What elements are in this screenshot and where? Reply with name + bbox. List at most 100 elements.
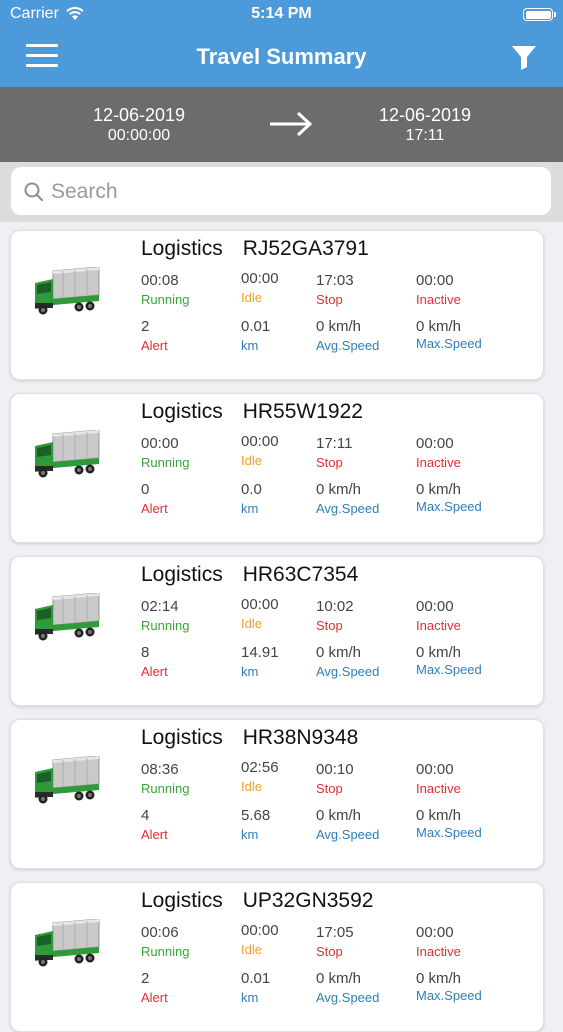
running-time: 08:36 Running (141, 761, 241, 796)
alert-count-value: 2 (141, 318, 150, 335)
vehicle-card[interactable]: Logistics HR63C7354 02:14 Running 00:00 I… (10, 556, 544, 706)
app-header: Carrier 5:14 PM Travel Summary (0, 0, 563, 87)
avg-speed-label: Avg.Speed (316, 664, 380, 679)
stop-time-value: 00:10 (316, 761, 354, 778)
alert-count-label: Alert (141, 664, 168, 679)
battery-icon (523, 8, 556, 21)
alert-count-value: 0 (141, 481, 150, 498)
alert-count-label: Alert (141, 990, 168, 1005)
running-time-label: Running (141, 944, 190, 959)
stop-time: 17:03 Stop (316, 272, 416, 307)
stop-time-value: 17:11 (316, 435, 353, 452)
running-time: 00:00 Running (141, 435, 241, 470)
vehicle-group: Logistics (141, 889, 223, 912)
inactive-time-value: 00:00 (416, 761, 454, 778)
truck-icon (35, 267, 100, 315)
avg-speed-value: 0 km/h (316, 481, 362, 498)
stop-time-value: 10:02 (316, 598, 354, 615)
stop-time: 00:10 Stop (316, 761, 416, 796)
vehicle-group: Logistics (141, 237, 223, 260)
alert-count: 4 Alert (141, 807, 241, 842)
max-speed-label: Max.Speed (416, 499, 482, 514)
max-speed-value: 0 km/h (416, 644, 462, 661)
inactive-time-label: Inactive (416, 618, 461, 633)
vehicle-card[interactable]: Logistics HR38N9348 08:36 Running 02:56 I… (10, 719, 544, 869)
stop-time-label: Stop (316, 292, 343, 307)
vehicle-plate: RJ52GA3791 (242, 237, 369, 260)
filter-icon (512, 46, 536, 70)
inactive-time-label: Inactive (416, 781, 461, 796)
vehicle-plate: UP32GN3592 (242, 889, 374, 912)
vehicle-title: Logistics UP32GN3592 (141, 889, 373, 913)
max-speed: 0 km/h Max.Speed (416, 807, 516, 840)
alert-count-value: 2 (141, 970, 150, 987)
truck-icon (35, 430, 100, 478)
search-input[interactable]: Search (11, 167, 551, 215)
vehicle-title: Logistics HR38N9348 (141, 726, 358, 750)
running-time-value: 02:14 (141, 598, 179, 615)
alert-count: 0 Alert (141, 481, 241, 516)
vehicle-card[interactable]: Logistics HR55W1922 00:00 Running 00:00 I… (10, 393, 544, 543)
to-time: 17:11 (405, 127, 445, 144)
inactive-time: 00:00 Inactive (416, 598, 516, 633)
alert-count: 8 Alert (141, 644, 241, 679)
avg-speed-label: Avg.Speed (316, 338, 380, 353)
avg-speed: 0 km/h Avg.Speed (316, 481, 416, 516)
filter-button[interactable] (509, 42, 539, 72)
max-speed: 0 km/h Max.Speed (416, 970, 516, 1003)
stop-time: 10:02 Stop (316, 598, 416, 633)
vehicle-title: Logistics HR63C7354 (141, 563, 358, 587)
vehicle-title: Logistics HR55W1922 (141, 400, 363, 424)
inactive-time: 00:00 Inactive (416, 435, 516, 470)
avg-speed-label: Avg.Speed (316, 501, 380, 516)
search-icon (24, 182, 44, 202)
from-time: 00:00:00 (107, 127, 171, 144)
max-speed-label: Max.Speed (416, 825, 482, 840)
running-time-label: Running (141, 455, 190, 470)
status-bar: Carrier 5:14 PM (0, 0, 563, 30)
stop-time-value: 17:05 (316, 924, 354, 941)
avg-speed-value: 0 km/h (316, 644, 362, 661)
stop-time: 17:05 Stop (316, 924, 416, 959)
running-time-label: Running (141, 781, 190, 796)
max-speed-value: 0 km/h (416, 807, 462, 824)
alert-count-label: Alert (141, 338, 168, 353)
vehicle-card[interactable]: Logistics RJ52GA3791 00:08 Running 00:00 … (10, 230, 544, 380)
truck-icon (35, 593, 100, 641)
running-time-label: Running (141, 292, 190, 307)
avg-speed: 0 km/h Avg.Speed (316, 644, 416, 679)
vehicle-group: Logistics (141, 726, 223, 749)
inactive-time-value: 00:00 (416, 598, 454, 615)
running-time: 02:14 Running (141, 598, 241, 633)
vehicle-plate: HR38N9348 (242, 726, 359, 749)
stop-time: 17:11 Stop (316, 435, 416, 470)
avg-speed-label: Avg.Speed (316, 990, 380, 1005)
from-date: 12-06-2019 (92, 105, 186, 125)
vehicle-title: Logistics RJ52GA3791 (141, 237, 369, 261)
alert-count-label: Alert (141, 501, 168, 516)
vehicle-group: Logistics (141, 400, 223, 423)
vehicle-plate: HR63C7354 (242, 563, 359, 586)
to-datetime[interactable]: 12-06-2019 17:11 (355, 105, 495, 145)
truck-icon (35, 919, 100, 967)
status-time: 5:14 PM (251, 5, 312, 22)
avg-speed: 0 km/h Avg.Speed (316, 807, 416, 842)
from-datetime[interactable]: 12-06-2019 00:00:00 (69, 105, 209, 145)
vehicle-card[interactable]: Logistics UP32GN3592 00:06 Running 00:00 … (10, 882, 544, 1032)
inactive-time-label: Inactive (416, 455, 461, 470)
inactive-time-label: Inactive (416, 944, 461, 959)
alert-count-value: 8 (141, 644, 150, 661)
running-time: 00:08 Running (141, 272, 241, 307)
page-title: Travel Summary (196, 44, 367, 69)
inactive-time-value: 00:00 (416, 435, 454, 452)
stop-time-label: Stop (316, 618, 343, 633)
max-speed-value: 0 km/h (416, 970, 462, 987)
vehicle-plate: HR55W1922 (242, 400, 363, 423)
avg-speed-label: Avg.Speed (316, 827, 380, 842)
running-time-value: 00:00 (141, 435, 179, 452)
date-range-bar: 12-06-2019 00:00:00 12-06-2019 17:11 (0, 87, 563, 162)
max-speed-label: Max.Speed (416, 662, 482, 677)
max-speed: 0 km/h Max.Speed (416, 481, 516, 514)
avg-speed: 0 km/h Avg.Speed (316, 318, 416, 353)
stop-time-label: Stop (316, 781, 343, 796)
